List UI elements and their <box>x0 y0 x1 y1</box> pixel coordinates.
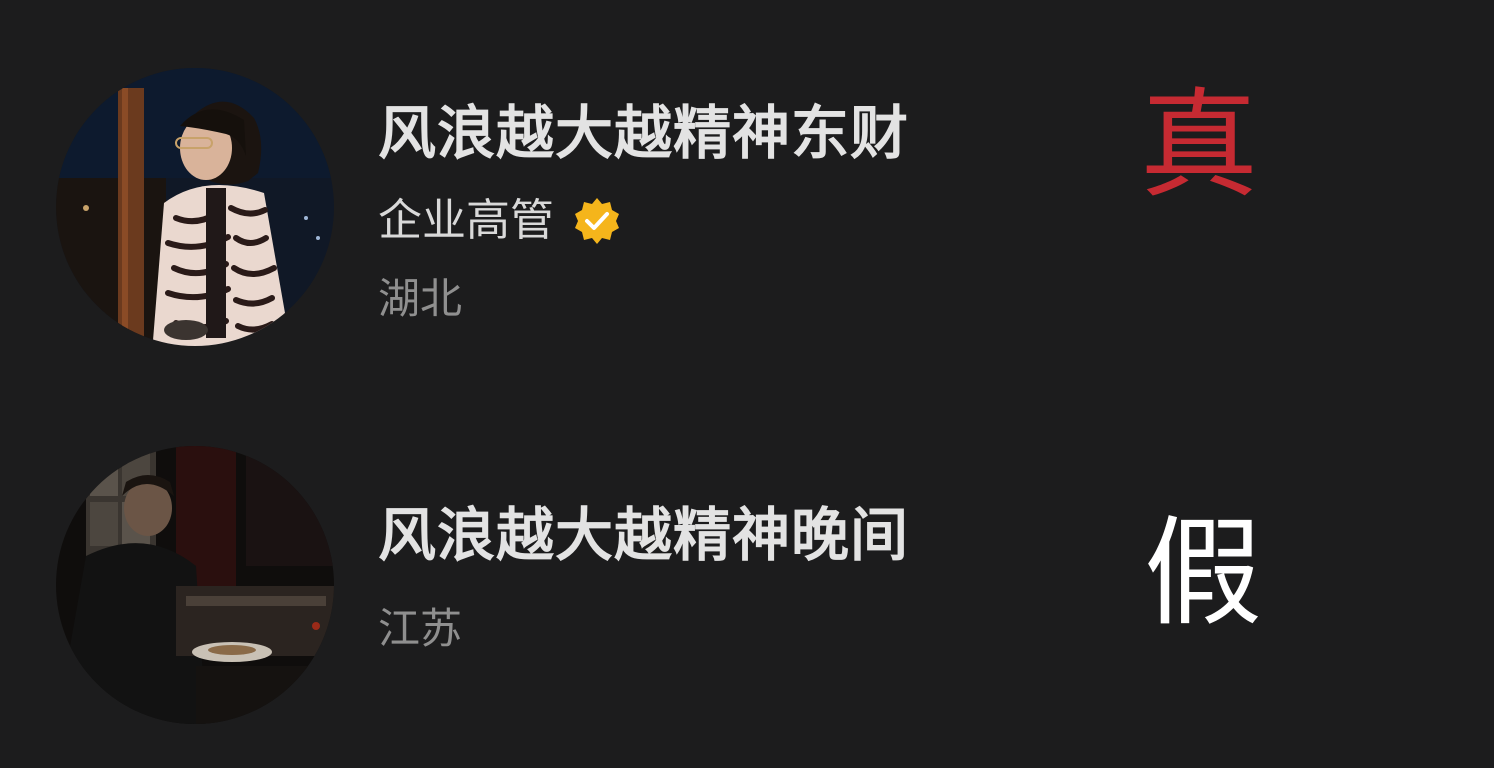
role-line: 企业高管 <box>378 196 622 246</box>
profile-region: 江苏 <box>378 604 463 653</box>
avatar-photo-image <box>56 68 334 346</box>
profile-name[interactable]: 风浪越大越精神晚间 <box>378 506 909 564</box>
profile-region: 湖北 <box>378 274 463 323</box>
comparison-page: 风浪越大越精神东财 企业高管 湖北 真 风浪越大越精神晚间 江苏 假 <box>0 0 1494 768</box>
verified-check-icon <box>575 198 619 244</box>
avatar[interactable] <box>56 446 334 724</box>
profile-role: 企业高管 <box>378 195 554 246</box>
verdict-label: 真 <box>1140 76 1259 214</box>
profile-row[interactable]: 风浪越大越精神东财 企业高管 湖北 真 <box>0 60 1494 360</box>
avatar[interactable] <box>56 68 334 346</box>
verdict-label: 假 <box>1144 504 1263 642</box>
profile-name[interactable]: 风浪越大越精神东财 <box>378 104 909 162</box>
avatar-photo-image <box>56 446 334 724</box>
profile-row[interactable]: 风浪越大越精神晚间 江苏 假 <box>0 440 1494 740</box>
